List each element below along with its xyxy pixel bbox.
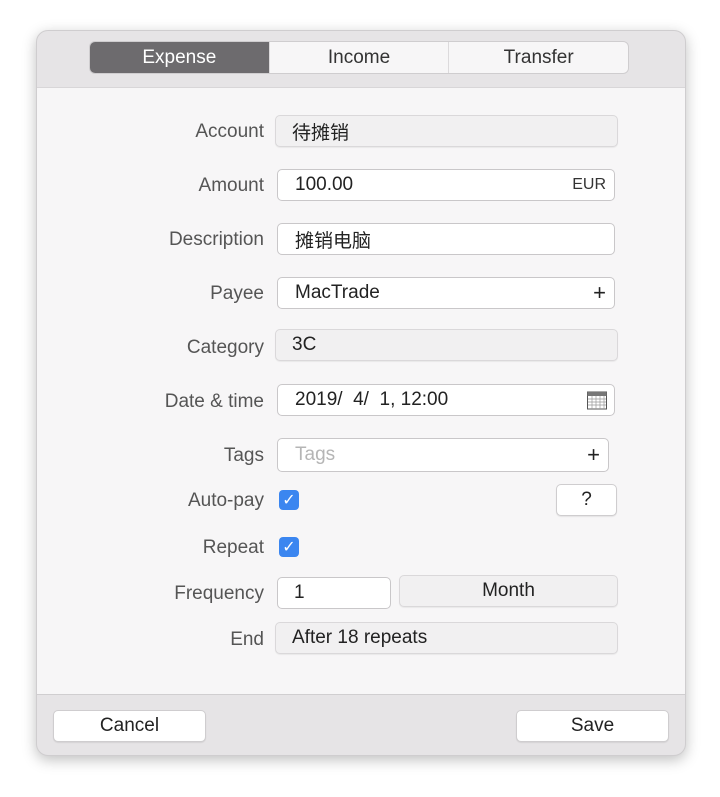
repeat-checkbox[interactable]: ✓ [279, 537, 299, 557]
repeat-label: Repeat [202, 537, 264, 558]
amount-label: Amount [198, 175, 264, 196]
category-value: 3C [292, 334, 317, 355]
payee-value: MacTrade [295, 282, 380, 303]
category-popup[interactable]: 3C [275, 329, 618, 361]
account-value: 待摊销 [292, 122, 350, 144]
category-label: Category [186, 337, 264, 358]
tab-income[interactable]: Income [268, 42, 449, 73]
tags-label: Tags [223, 445, 264, 466]
save-button[interactable]: Save [516, 710, 669, 742]
transaction-dialog: Expense Income Transfer Account 待摊销 Amou… [36, 30, 686, 756]
amount-field[interactable]: 100.00 EUR [277, 169, 615, 201]
frequency-field[interactable]: 1 [277, 577, 391, 609]
account-label: Account [195, 121, 264, 142]
payee-label: Payee [210, 283, 264, 304]
add-tag-icon[interactable]: + [587, 442, 600, 468]
currency-label: EUR [572, 176, 606, 193]
tab-expense[interactable]: Expense [90, 42, 269, 73]
description-field[interactable]: 摊销电脑 [277, 223, 615, 255]
tags-placeholder: Tags [295, 444, 336, 465]
calendar-icon[interactable] [586, 389, 608, 411]
autopay-label: Auto-pay [187, 490, 264, 511]
datetime-label: Date & time [164, 391, 264, 412]
checkmark-icon: ✓ [282, 539, 296, 556]
type-segmented-control: Expense Income Transfer [90, 42, 628, 73]
end-label: End [230, 629, 264, 650]
end-value: After 18 repeats [292, 627, 428, 648]
amount-value: 100.00 [295, 174, 354, 195]
tab-transfer[interactable]: Transfer [448, 42, 628, 73]
datetime-field[interactable]: 2019/ 4/ 1, 12:00 [277, 384, 615, 416]
frequency-value: 1 [294, 582, 305, 603]
description-label: Description [168, 229, 264, 250]
payee-field[interactable]: MacTrade + [277, 277, 615, 309]
description-value: 摊销电脑 [295, 230, 372, 252]
add-payee-icon[interactable]: + [593, 280, 606, 306]
frequency-label: Frequency [174, 583, 264, 604]
frequency-unit-value: Month [482, 580, 535, 601]
frequency-unit-popup[interactable]: Month [399, 575, 618, 607]
cancel-button[interactable]: Cancel [53, 710, 206, 742]
datetime-value: 2019/ 4/ 1, 12:00 [295, 389, 449, 410]
help-button[interactable]: ? [556, 484, 617, 516]
form: Account 待摊销 Amount 100.00 EUR Description… [37, 87, 685, 695]
autopay-checkbox[interactable]: ✓ [279, 490, 299, 510]
account-popup[interactable]: 待摊销 [275, 115, 618, 147]
end-popup[interactable]: After 18 repeats [275, 622, 618, 654]
tags-field[interactable]: Tags + [277, 438, 609, 472]
checkmark-icon: ✓ [282, 492, 296, 509]
